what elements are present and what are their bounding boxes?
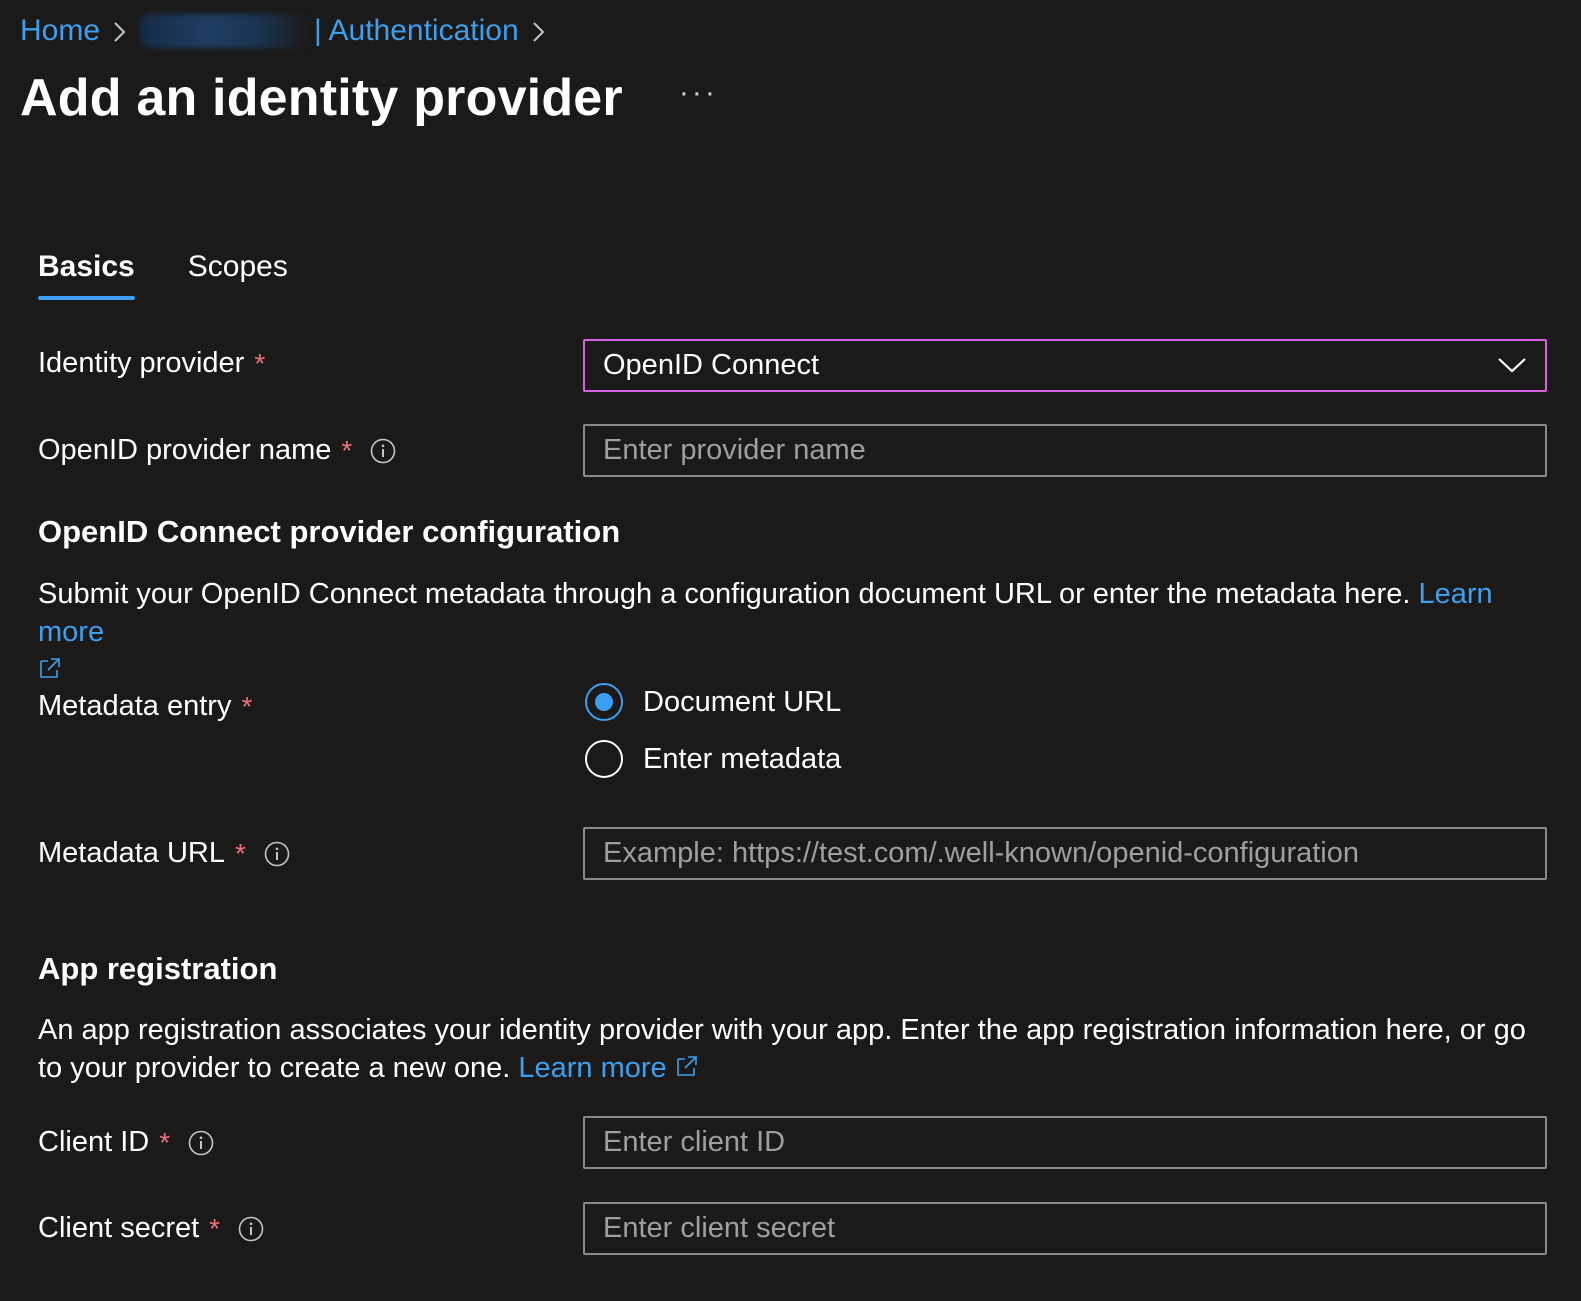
config-section-description: Submit your OpenID Connect metadata thro…	[38, 578, 1411, 610]
add-identity-provider-page: Home | Authentication Add an identity pr…	[0, 0, 1581, 1301]
required-asterisk: *	[241, 690, 253, 722]
chevron-right-icon	[519, 10, 559, 52]
breadcrumb: Home | Authentication	[20, 10, 559, 52]
metadata-entry-label-group: Metadata entry *	[38, 690, 252, 723]
learn-more-link[interactable]: Learn more	[518, 1052, 666, 1084]
metadata-url-label: Metadata URL	[38, 837, 225, 869]
info-icon[interactable]	[370, 438, 396, 464]
tab-scopes[interactable]: Scopes	[188, 250, 288, 300]
provider-name-field[interactable]	[583, 424, 1547, 477]
identity-provider-label: Identity provider	[38, 347, 245, 379]
identity-provider-selected-value: OpenID Connect	[603, 349, 820, 381]
metadata-url-input[interactable]	[603, 837, 1545, 870]
client-id-label-group: Client ID *	[38, 1126, 214, 1159]
identity-provider-dropdown[interactable]: OpenID Connect	[583, 339, 1547, 392]
radio-enter-metadata-label: Enter metadata	[643, 742, 842, 775]
radio-unselected-icon[interactable]	[585, 740, 623, 778]
required-asterisk: *	[159, 1126, 171, 1158]
client-secret-input[interactable]	[603, 1212, 1545, 1245]
info-icon[interactable]	[264, 841, 290, 867]
provider-name-label: OpenID provider name	[38, 434, 332, 466]
required-asterisk: *	[254, 347, 266, 379]
required-asterisk: *	[209, 1212, 221, 1244]
info-icon[interactable]	[238, 1216, 264, 1242]
app-registration-description-block: An app registration associates your iden…	[38, 1011, 1548, 1088]
required-asterisk: *	[235, 837, 246, 869]
provider-name-input[interactable]	[603, 434, 1545, 467]
client-secret-field[interactable]	[583, 1202, 1547, 1255]
client-id-input[interactable]	[603, 1126, 1545, 1159]
breadcrumb-redacted-app-name[interactable]	[140, 14, 309, 48]
tab-basics[interactable]: Basics	[38, 250, 135, 300]
metadata-url-label-group: Metadata URL *	[38, 837, 290, 870]
provider-name-label-group: OpenID provider name *	[38, 434, 396, 467]
more-options-button[interactable]: ···	[679, 76, 718, 110]
client-id-label: Client ID	[38, 1126, 150, 1158]
radio-selected-icon[interactable]	[585, 683, 623, 721]
client-secret-label-group: Client secret *	[38, 1212, 264, 1245]
client-secret-label: Client secret	[38, 1212, 200, 1244]
client-id-field[interactable]	[583, 1116, 1547, 1169]
page-title: Add an identity provider	[20, 69, 623, 127]
tab-bar: Basics Scopes	[38, 250, 341, 300]
app-registration-heading: App registration	[38, 951, 278, 986]
breadcrumb-home-link[interactable]: Home	[20, 14, 100, 48]
info-icon[interactable]	[188, 1130, 214, 1156]
radio-document-url-label: Document URL	[643, 685, 842, 718]
radio-enter-metadata[interactable]: Enter metadata	[585, 739, 841, 779]
breadcrumb-authentication-link[interactable]: | Authentication	[314, 14, 519, 48]
chevron-down-icon	[1497, 349, 1527, 382]
app-registration-description: An app registration associates your iden…	[38, 1014, 1526, 1084]
config-section-description-block: Submit your OpenID Connect metadata thro…	[38, 575, 1548, 690]
metadata-url-field[interactable]	[583, 827, 1547, 880]
required-asterisk: *	[341, 434, 353, 466]
identity-provider-label-group: Identity provider *	[38, 347, 265, 380]
metadata-entry-label: Metadata entry	[38, 690, 232, 722]
config-section-heading: OpenID Connect provider configuration	[38, 514, 621, 549]
external-link-icon[interactable]	[675, 1050, 699, 1088]
radio-document-url[interactable]: Document URL	[585, 682, 841, 722]
external-link-icon[interactable]	[38, 652, 62, 690]
chevron-right-icon	[100, 10, 140, 52]
title-row: Add an identity provider ···	[20, 68, 718, 128]
metadata-entry-radio-group: Document URL Enter metadata	[585, 682, 841, 796]
